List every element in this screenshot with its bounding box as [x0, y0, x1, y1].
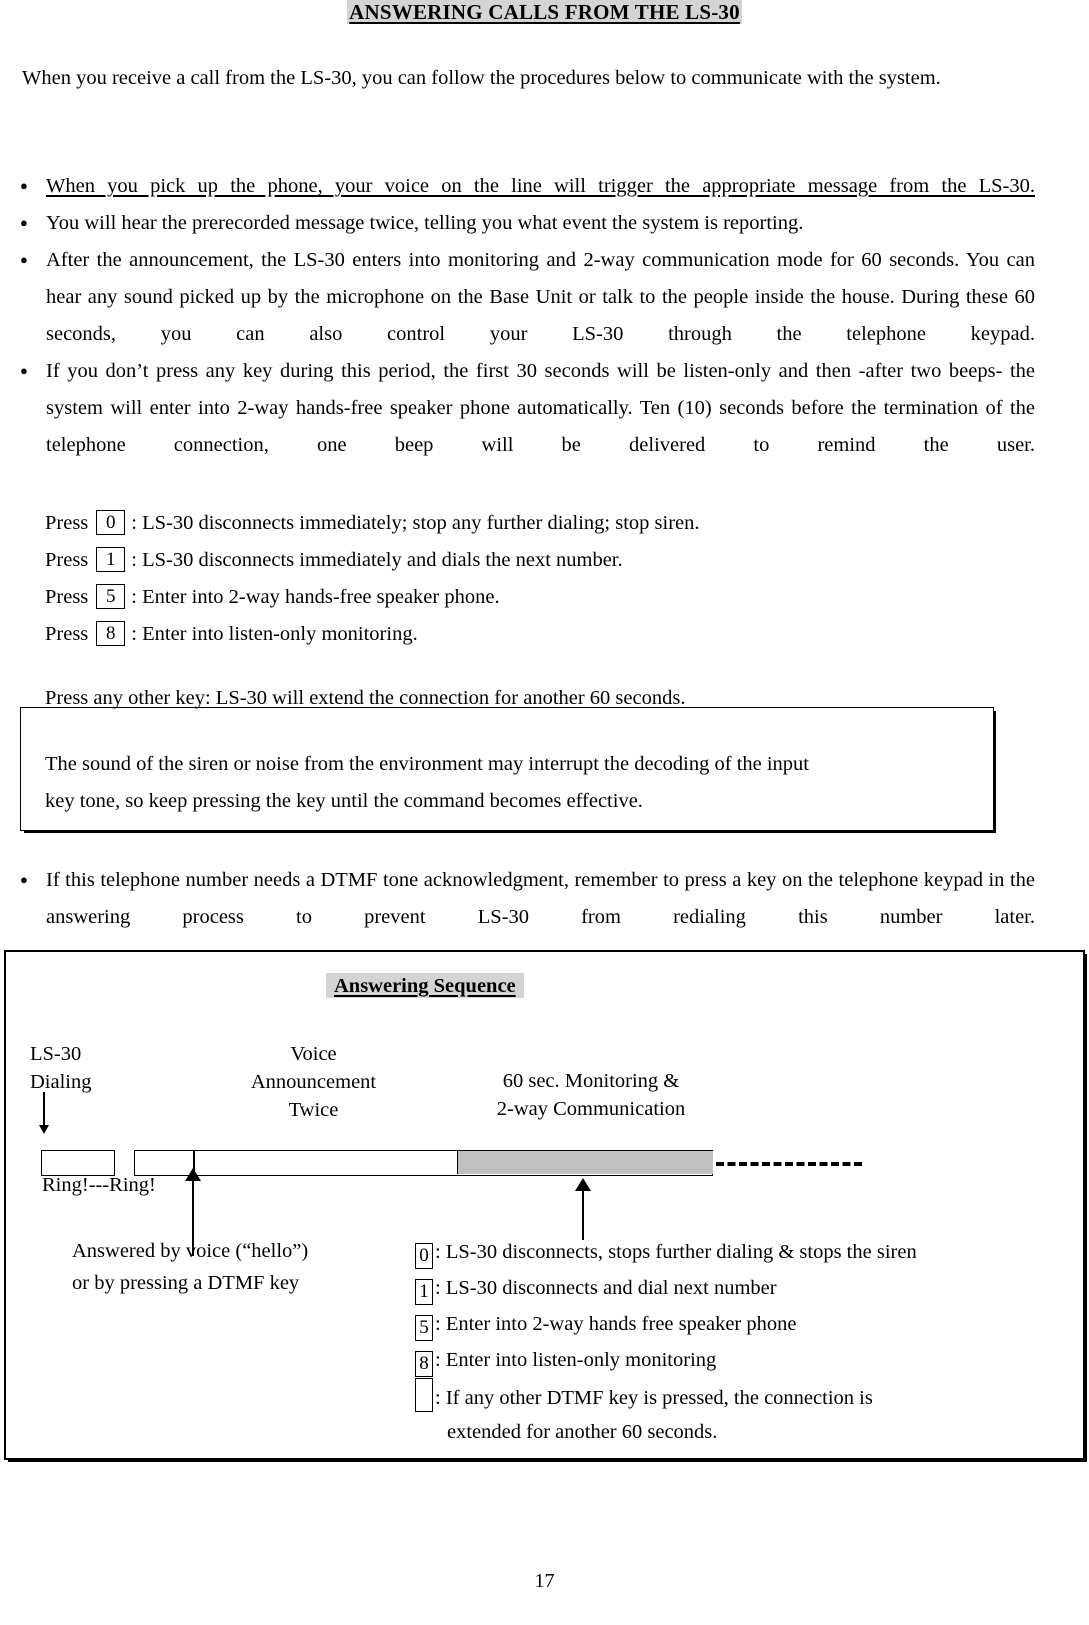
- bullet-text-underlined: When you pick up the phone, your voice o…: [46, 175, 1035, 197]
- timeline-segment-call: [134, 1150, 713, 1176]
- dtmf-key-box-other: [415, 1378, 433, 1412]
- press-description: : Enter into listen-only monitoring.: [131, 623, 418, 645]
- voice-line-3: Twice: [288, 1099, 339, 1121]
- dialing-line-2: Dialing: [30, 1071, 92, 1093]
- ring-label: Ring!---Ring!: [42, 1174, 156, 1196]
- note-box: The sound of the siren or noise from the…: [20, 707, 994, 831]
- dtmf-key-box-1: 1: [415, 1279, 433, 1305]
- closing-bullet-list: If this telephone number needs a DTMF to…: [20, 861, 1035, 936]
- dtmf-legend-row: : If any other DTMF key is pressed, the …: [415, 1378, 917, 1414]
- press-key-row: Press 0: LS-30 disconnects immediately; s…: [45, 505, 700, 542]
- bullet-text: If you don’t press any key during this p…: [46, 360, 1035, 456]
- press-label: Press: [45, 512, 89, 534]
- list-item: After the announcement, the LS-30 enters…: [20, 241, 1035, 353]
- diagram-label-voice-announcement: Voice Announcement Twice: [206, 1040, 421, 1124]
- monitor-line-1: 60 sec. Monitoring &: [502, 1070, 680, 1092]
- bullet-text: If this telephone number needs a DTMF to…: [46, 869, 1035, 928]
- dtmf-legend-text: : Enter into listen-only monitoring: [435, 1349, 717, 1371]
- dtmf-legend: 0: LS-30 disconnects, stops further dial…: [415, 1234, 917, 1450]
- dtmf-key-box-5: 5: [415, 1315, 433, 1341]
- press-description: : LS-30 disconnects immediately; stop an…: [131, 512, 700, 534]
- diagram-label-dialing: LS-30 Dialing: [30, 1040, 92, 1096]
- dtmf-legend-row: 1: LS-30 disconnects and dial next numbe…: [415, 1270, 917, 1306]
- press-label: Press: [45, 586, 89, 608]
- timeline-segment-monitoring: [457, 1151, 713, 1174]
- page-title: ANSWERING CALLS FROM THE LS-30: [0, 0, 1089, 25]
- dtmf-legend-row-continuation: extended for another 60 seconds.: [447, 1421, 718, 1443]
- diagram-title: Answering Sequence: [326, 973, 524, 998]
- answered-line-2: or by pressing a DTMF key: [72, 1272, 300, 1294]
- key-box-0: 0: [96, 510, 126, 535]
- press-key-list: Press 0: LS-30 disconnects immediately; s…: [45, 505, 700, 653]
- dtmf-key-box-8: 8: [415, 1351, 433, 1377]
- list-item: If you don’t press any key during this p…: [20, 352, 1035, 464]
- key-box-1: 1: [96, 547, 126, 572]
- key-box-8: 8: [96, 621, 126, 646]
- intro-paragraph: When you receive a call from the LS-30, …: [22, 67, 941, 89]
- voice-line-1: Voice: [290, 1043, 337, 1065]
- timeline-dashed-continuation: [716, 1162, 862, 1166]
- press-description: : Enter into 2-way hands-free speaker ph…: [131, 586, 500, 608]
- press-key-row: Press 5: Enter into 2-way hands-free spea…: [45, 579, 700, 616]
- dtmf-legend-text: : LS-30 disconnects and dial next number: [435, 1277, 777, 1299]
- note-box-content: The sound of the siren or noise from the…: [45, 746, 965, 820]
- dtmf-legend-text: : If any other DTMF key is pressed, the …: [435, 1387, 873, 1409]
- note-line-2: key tone, so keep pressing the key until…: [45, 790, 643, 812]
- down-arrow-icon: [39, 1092, 49, 1134]
- answering-sequence-diagram: Answering Sequence LS-30 Dialing Voice A…: [4, 950, 1085, 1460]
- voice-line-2: Announcement: [250, 1071, 377, 1093]
- press-description: : LS-30 disconnects immediately and dial…: [131, 549, 623, 571]
- list-item: You will hear the prerecorded message tw…: [20, 204, 1035, 242]
- press-label: Press: [45, 549, 89, 571]
- dtmf-legend-row: 8: Enter into listen-only monitoring: [415, 1342, 917, 1378]
- list-item: If this telephone number needs a DTMF to…: [20, 861, 1035, 936]
- page-number: 17: [534, 1570, 555, 1592]
- dtmf-legend-row: 5: Enter into 2-way hands free speaker p…: [415, 1306, 917, 1342]
- dtmf-key-box-0: 0: [415, 1243, 433, 1269]
- note-line-1: The sound of the siren or noise from the…: [45, 753, 810, 775]
- bullet-text: After the announcement, the LS-30 enters…: [46, 249, 1035, 345]
- answered-annotation: Answered by voice (“hello”) or by pressi…: [72, 1235, 308, 1299]
- key-box-5: 5: [96, 584, 126, 609]
- answered-line-1: Answered by voice (“hello”): [72, 1240, 309, 1262]
- up-arrow-icon-dtmf: [575, 1178, 591, 1240]
- diagram-label-monitoring: 60 sec. Monitoring & 2-way Communication: [436, 1067, 746, 1123]
- dtmf-legend-row: 0: LS-30 disconnects, stops further dial…: [415, 1234, 917, 1270]
- timeline-segment-ringing: [41, 1150, 115, 1176]
- dialing-line-1: LS-30: [30, 1043, 82, 1065]
- press-label: Press: [45, 623, 89, 645]
- press-key-row: Press 8: Enter into listen-only monitorin…: [45, 616, 700, 653]
- list-item: When you pick up the phone, your voice o…: [20, 167, 1035, 205]
- page-title-text: ANSWERING CALLS FROM THE LS-30: [347, 0, 742, 24]
- bullet-list: When you pick up the phone, your voice o…: [20, 167, 1035, 464]
- press-key-row: Press 1: LS-30 disconnects immediately an…: [45, 542, 700, 579]
- dtmf-legend-text: : Enter into 2-way hands free speaker ph…: [435, 1313, 797, 1335]
- bullet-text: You will hear the prerecorded message tw…: [46, 212, 804, 234]
- diagram-title-text: Answering Sequence: [326, 973, 524, 998]
- monitor-line-2: 2-way Communication: [496, 1098, 686, 1120]
- dtmf-legend-text: : LS-30 disconnects, stops further diali…: [435, 1241, 917, 1263]
